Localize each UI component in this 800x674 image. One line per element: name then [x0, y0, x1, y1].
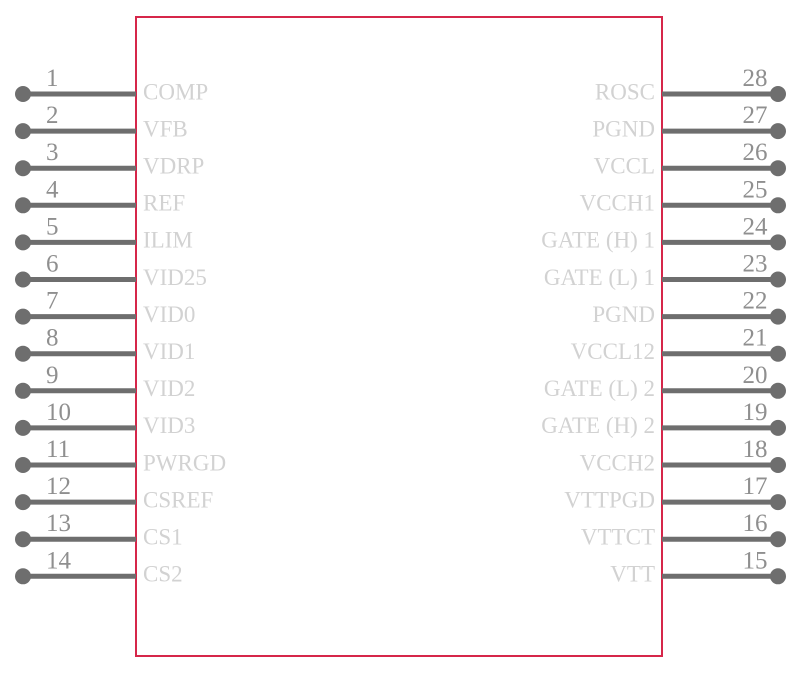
pin-terminal-dot[interactable]: [770, 568, 786, 585]
ic-body-outline: [135, 16, 663, 657]
schematic-canvas: 1 COMP 2 VFB 3 VDRP 4 REF 5 ILIM 6 VID25 7 VID0 8 VID1 9…: [0, 0, 800, 674]
pin-name-label: VID1: [143, 339, 195, 364]
pin-number-label: 6: [46, 251, 59, 278]
pin-number-label: 9: [46, 362, 59, 389]
pin-number-label: 8: [46, 325, 59, 352]
pin-number-label: 14: [46, 547, 72, 574]
pin-number-label: 15: [743, 547, 768, 574]
pin-terminal-dot[interactable]: [770, 345, 786, 362]
pin-number-label: 5: [46, 213, 59, 240]
pin-terminal-dot[interactable]: [770, 234, 786, 251]
pin-name-label: ROSC: [595, 79, 655, 104]
pin-terminal-dot[interactable]: [770, 271, 786, 288]
pin-name-label: CS2: [143, 562, 183, 587]
pin-terminal-dot[interactable]: [15, 123, 31, 140]
pin-name-label: VFB: [143, 116, 188, 141]
pin-number-label: 26: [743, 139, 768, 166]
pin-terminal-dot[interactable]: [15, 457, 31, 473]
pin-name-label: VID2: [143, 376, 195, 401]
pin-terminal-dot[interactable]: [770, 160, 786, 177]
pin-name-label: VCCH2: [580, 450, 655, 475]
pin-number-label: 22: [743, 288, 768, 315]
pin-number-label: 4: [46, 176, 59, 203]
pin-terminal-dot[interactable]: [15, 568, 31, 585]
pin-terminal-dot[interactable]: [15, 419, 31, 436]
pin-name-label: VID25: [143, 265, 207, 290]
pin-name-label: VID3: [143, 413, 195, 438]
pin-name-label: CS1: [143, 524, 183, 549]
pin-number-label: 24: [743, 213, 769, 240]
pin-number-label: 16: [743, 510, 768, 537]
pin-number-label: 20: [743, 362, 768, 389]
pin-number-label: 25: [743, 176, 768, 203]
pin-terminal-dot[interactable]: [15, 86, 31, 102]
pin-terminal-dot[interactable]: [770, 86, 786, 102]
pin-terminal-dot[interactable]: [770, 457, 786, 473]
pin-number-label: 3: [46, 139, 59, 166]
pin-terminal-dot[interactable]: [770, 197, 786, 214]
pin-terminal-dot[interactable]: [15, 197, 31, 214]
pin-terminal-dot[interactable]: [15, 234, 31, 251]
pin-terminal-dot[interactable]: [15, 382, 31, 399]
pin-terminal-dot[interactable]: [770, 308, 786, 325]
pin-name-label: COMP: [143, 79, 208, 104]
pin-number-label: 21: [743, 325, 768, 352]
pin-number-label: 1: [46, 65, 59, 92]
pin-name-label: PGND: [592, 302, 655, 327]
pin-name-label: VCCH1: [580, 191, 655, 216]
pin-terminal-dot[interactable]: [770, 123, 786, 140]
pin-terminal-dot[interactable]: [15, 531, 31, 548]
pin-name-label: GATE (H) 2: [541, 413, 655, 438]
pin-terminal-dot[interactable]: [770, 382, 786, 399]
pin-number-label: 27: [743, 102, 768, 129]
pin-name-label: PWRGD: [143, 450, 226, 475]
pin-terminal-dot[interactable]: [770, 419, 786, 436]
pin-name-label: GATE (H) 1: [541, 228, 655, 253]
pin-number-label: 12: [46, 473, 71, 500]
pin-name-label: PGND: [592, 116, 655, 141]
pin-name-label: ILIM: [143, 228, 193, 253]
pin-name-label: VTT: [610, 562, 655, 587]
pin-terminal-dot[interactable]: [15, 345, 31, 362]
pin-name-label: REF: [143, 191, 185, 216]
pin-terminal-dot[interactable]: [15, 160, 31, 177]
pin-terminal-dot[interactable]: [770, 494, 786, 511]
pin-name-label: VCCL: [594, 153, 655, 178]
pin-name-label: VDRP: [143, 153, 204, 178]
pin-name-label: GATE (L) 1: [544, 265, 655, 290]
pin-name-label: VCCL12: [571, 339, 655, 364]
pin-number-label: 7: [46, 288, 59, 315]
pin-number-label: 10: [46, 399, 71, 426]
pin-name-label: VID0: [143, 302, 195, 327]
pin-number-label: 11: [46, 436, 70, 463]
pin-number-label: 17: [743, 473, 768, 500]
pin-number-label: 19: [743, 399, 768, 426]
ic-symbol-diagram: 1 COMP 2 VFB 3 VDRP 4 REF 5 ILIM 6 VID25 7 VID0 8 VID1 9…: [15, 16, 786, 657]
pin-name-label: CSREF: [143, 487, 213, 512]
pin-number-label: 18: [743, 436, 768, 463]
pin-name-label: GATE (L) 2: [544, 376, 655, 401]
pin-number-label: 13: [46, 510, 71, 537]
pin-name-label: VTTCT: [581, 524, 655, 549]
pin-terminal-dot[interactable]: [15, 308, 31, 325]
pin-number-label: 28: [743, 65, 768, 92]
pin-terminal-dot[interactable]: [15, 494, 31, 511]
pin-name-label: VTTPGD: [564, 487, 655, 512]
pin-number-label: 2: [46, 102, 59, 129]
pin-terminal-dot[interactable]: [770, 531, 786, 548]
pin-terminal-dot[interactable]: [15, 271, 31, 288]
pin-number-label: 23: [743, 251, 768, 278]
